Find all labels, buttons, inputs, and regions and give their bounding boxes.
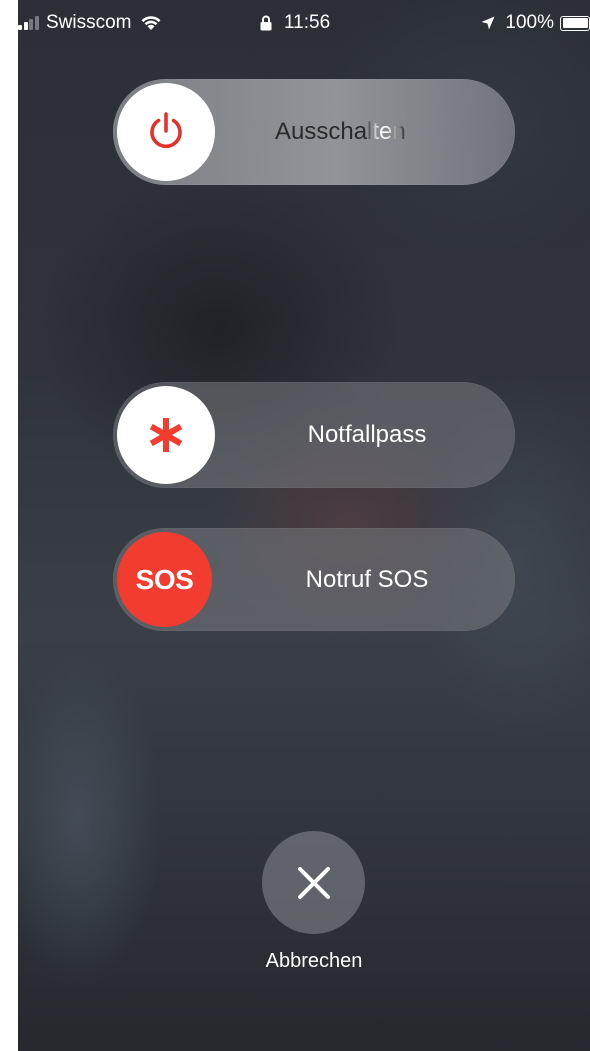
wifi-icon: [141, 16, 161, 30]
status-bar: Swisscom 11:56 100%: [18, 0, 590, 44]
power-off-label: Ausschalten: [219, 79, 515, 185]
cancel-button[interactable]: [262, 831, 365, 934]
power-icon: [150, 112, 182, 149]
lock-icon: [260, 15, 272, 31]
status-right: 100%: [481, 12, 590, 34]
power-off-screen: Swisscom 11:56 100% Ausschalten Notfallp…: [18, 0, 590, 1051]
battery-percent: 100%: [505, 12, 554, 33]
power-off-knob[interactable]: [117, 83, 215, 181]
battery-icon: [560, 15, 590, 31]
signal-icon: [18, 16, 40, 30]
medical-id-knob[interactable]: [117, 386, 215, 484]
medical-id-slider[interactable]: Notfallpass: [113, 382, 515, 488]
emergency-sos-slider[interactable]: SOS Notruf SOS: [113, 528, 515, 631]
battery-fill: [562, 18, 588, 28]
location-arrow-icon: [481, 16, 495, 30]
status-left: Swisscom: [18, 12, 162, 34]
cancel-label: Abbrechen: [265, 950, 363, 972]
sos-knob[interactable]: SOS: [117, 532, 212, 627]
emergency-sos-label: Notruf SOS: [305, 565, 429, 593]
sos-knob-text: SOS: [135, 563, 194, 595]
status-center: 11:56: [260, 12, 330, 34]
power-off-slider[interactable]: Ausschalten: [113, 79, 515, 185]
close-icon: [297, 866, 330, 899]
carrier-name: Swisscom: [46, 12, 132, 33]
medical-id-label: Notfallpass: [307, 421, 427, 448]
power-off-text: Ausschalten: [275, 118, 406, 145]
clock: 11:56: [284, 12, 331, 33]
asterisk-icon: [149, 418, 183, 452]
